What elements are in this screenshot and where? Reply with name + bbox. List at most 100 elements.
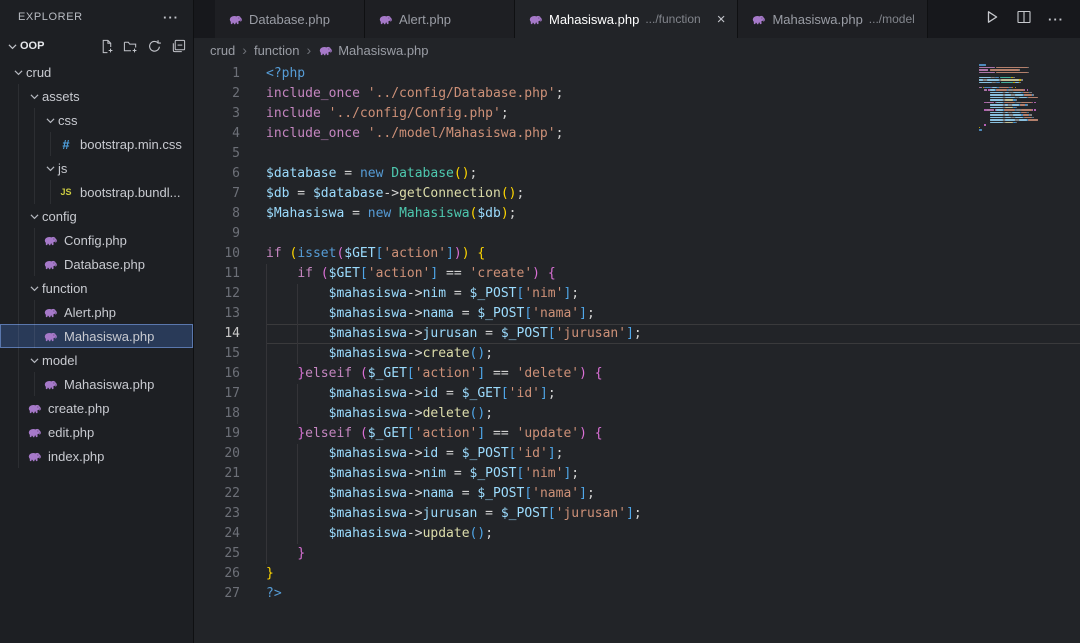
code-line-7[interactable]: $db = $database->getConnection(); <box>266 184 1080 204</box>
tree-item-mahasiswa-php-13[interactable]: Mahasiswa.php <box>0 372 193 396</box>
code-line-4[interactable]: include_once '../model/Mahasiswa.php'; <box>266 124 1080 144</box>
minimap-line <box>990 69 1019 71</box>
code-line-27[interactable]: ?> <box>266 584 1080 604</box>
code-line-10[interactable]: if (isset($GET['action'])) { <box>266 244 1080 264</box>
run-icon[interactable] <box>984 9 1000 30</box>
minimap-line <box>1024 117 1032 119</box>
tree-item-database-php-8[interactable]: Database.php <box>0 252 193 276</box>
minimap-line <box>1032 102 1033 104</box>
indent-guide <box>266 504 267 524</box>
line-number-19: 19 <box>194 424 266 444</box>
code-line-24[interactable]: $mahasiswa->update(); <box>266 524 1080 544</box>
code-line-6[interactable]: $database = new Database(); <box>266 164 1080 184</box>
css-icon: # <box>62 137 69 152</box>
tree-item-js-folder-4[interactable]: js <box>0 156 193 180</box>
line-number-11: 11 <box>194 264 266 284</box>
code-line-20[interactable]: $mahasiswa->id = $_POST['id']; <box>266 444 1080 464</box>
indent-guide <box>266 484 267 504</box>
indent-guide <box>266 464 267 484</box>
tab-alert-php[interactable]: Alert.php <box>365 0 515 38</box>
code-line-22[interactable]: $mahasiswa->nama = $_POST['nama']; <box>266 484 1080 504</box>
minimap-line <box>1021 102 1032 104</box>
minimap-line <box>996 67 1028 69</box>
tree-indent-guide <box>18 300 19 324</box>
code-line-16[interactable]: }elseif ($_GET['action'] == 'delete') { <box>266 364 1080 384</box>
code-editor[interactable]: 1<?php2include_once '../config/Database.… <box>194 62 1080 643</box>
code-line-8[interactable]: $Mahasiswa = new Mahasiswa($db); <box>266 204 1080 224</box>
tree-item-alert-php-10[interactable]: Alert.php <box>0 300 193 324</box>
minimap-line <box>990 122 1003 124</box>
tree-indent-guide <box>18 276 19 300</box>
php-elephant-icon <box>751 12 766 27</box>
more-actions-icon[interactable]: ··· <box>1048 12 1064 27</box>
tree-item-config-php-7[interactable]: Config.php <box>0 228 193 252</box>
tree-item-create-php-14[interactable]: create.php <box>0 396 193 420</box>
indent-guide <box>297 524 298 544</box>
breadcrumb-separator: › <box>242 42 247 58</box>
breadcrumb-item-mahasiswa-php[interactable]: Mahasiswa.php <box>318 43 428 58</box>
explorer-more-icon[interactable]: ··· <box>163 10 179 25</box>
tree-item-bootstrap-min-css-3[interactable]: #bootstrap.min.css <box>0 132 193 156</box>
tree-item-assets-folder-1[interactable]: assets <box>0 84 193 108</box>
tree-item-function-folder-9[interactable]: function <box>0 276 193 300</box>
minimap-line <box>979 129 982 131</box>
code-line-3[interactable]: include '../config/Config.php'; <box>266 104 1080 124</box>
code-line-25[interactable]: } <box>266 544 1080 564</box>
code-line-15[interactable]: $mahasiswa->create(); <box>266 344 1080 364</box>
refresh-explorer-icon[interactable] <box>145 37 163 55</box>
code-line-19[interactable]: }elseif ($_GET['action'] == 'update') { <box>266 424 1080 444</box>
code-line-17[interactable]: $mahasiswa->id = $_GET['id']; <box>266 384 1080 404</box>
code-line-12[interactable]: $mahasiswa->nim = $_POST['nim']; <box>266 284 1080 304</box>
new-file-icon[interactable] <box>97 37 115 55</box>
close-tab-icon[interactable]: × <box>717 12 726 27</box>
code-line-23[interactable]: $mahasiswa->jurusan = $_POST['jurusan']; <box>266 504 1080 524</box>
explorer-section-oop[interactable]: OOP <box>0 34 193 58</box>
code-line-1[interactable]: <?php <box>266 64 1080 84</box>
minimap-line <box>996 89 1007 91</box>
minimap-line <box>1024 89 1025 91</box>
tree-item-label: index.php <box>48 449 104 464</box>
tree-indent-guide <box>34 108 35 132</box>
code-line-2[interactable]: include_once '../config/Database.php'; <box>266 84 1080 104</box>
split-editor-icon[interactable] <box>1016 9 1032 30</box>
tree-indent-guide <box>18 204 19 228</box>
tree-item-mahasiswa-php-11[interactable]: Mahasiswa.php <box>0 324 193 348</box>
code-line-11[interactable]: if ($GET['action'] == 'create') { <box>266 264 1080 284</box>
code-line-9[interactable] <box>266 224 1080 244</box>
tree-item-model-folder-12[interactable]: model <box>0 348 193 372</box>
breadcrumb-item-function[interactable]: function <box>254 43 300 58</box>
tree-indent-guide <box>18 420 19 444</box>
tree-item-bootstrap-bundl-5[interactable]: JSbootstrap.bundl... <box>0 180 193 204</box>
new-folder-icon[interactable] <box>121 37 139 55</box>
collapse-folders-icon[interactable] <box>169 37 187 55</box>
tab-mahasiswa-php-function[interactable]: Mahasiswa.php.../function× <box>515 0 738 38</box>
code-line-14[interactable]: $mahasiswa->jurusan = $_POST['jurusan']; <box>266 324 1080 344</box>
tree-item-label: model <box>42 353 77 368</box>
code-line-21[interactable]: $mahasiswa->nim = $_POST['nim']; <box>266 464 1080 484</box>
code-line-26[interactable]: } <box>266 564 1080 584</box>
tree-item-css-folder-2[interactable]: css <box>0 108 193 132</box>
explorer-header: EXPLORER ··· <box>0 0 193 34</box>
tree-item-config-folder-6[interactable]: config <box>0 204 193 228</box>
minimap-line <box>1028 72 1029 74</box>
tree-item-edit-php-15[interactable]: edit.php <box>0 420 193 444</box>
tab-database-php[interactable]: Database.php <box>215 0 365 38</box>
minimap[interactable] <box>976 64 1038 138</box>
tree-item-crud-folder-0[interactable]: crud <box>0 60 193 84</box>
tab-mahasiswa-php-model[interactable]: Mahasiswa.php.../model <box>738 0 927 38</box>
code-line-13[interactable]: $mahasiswa->nama = $_POST['nama']; <box>266 304 1080 324</box>
code-line-18[interactable]: $mahasiswa->delete(); <box>266 404 1080 424</box>
code-line-5[interactable] <box>266 144 1080 164</box>
minimap-line <box>979 64 986 66</box>
minimap-line <box>1005 99 1013 101</box>
indent-guide <box>297 484 298 504</box>
breadcrumb-item-crud[interactable]: crud <box>210 43 235 58</box>
minimap-line <box>1015 119 1019 121</box>
minimap-line <box>1005 94 1010 96</box>
minimap-line <box>1005 117 1010 119</box>
tree-item-index-php-16[interactable]: index.php <box>0 444 193 468</box>
indent-guide <box>266 264 267 284</box>
tree-item-label: css <box>58 113 78 128</box>
tree-indent-guide <box>50 132 51 156</box>
tree-indent-guide <box>34 228 35 252</box>
